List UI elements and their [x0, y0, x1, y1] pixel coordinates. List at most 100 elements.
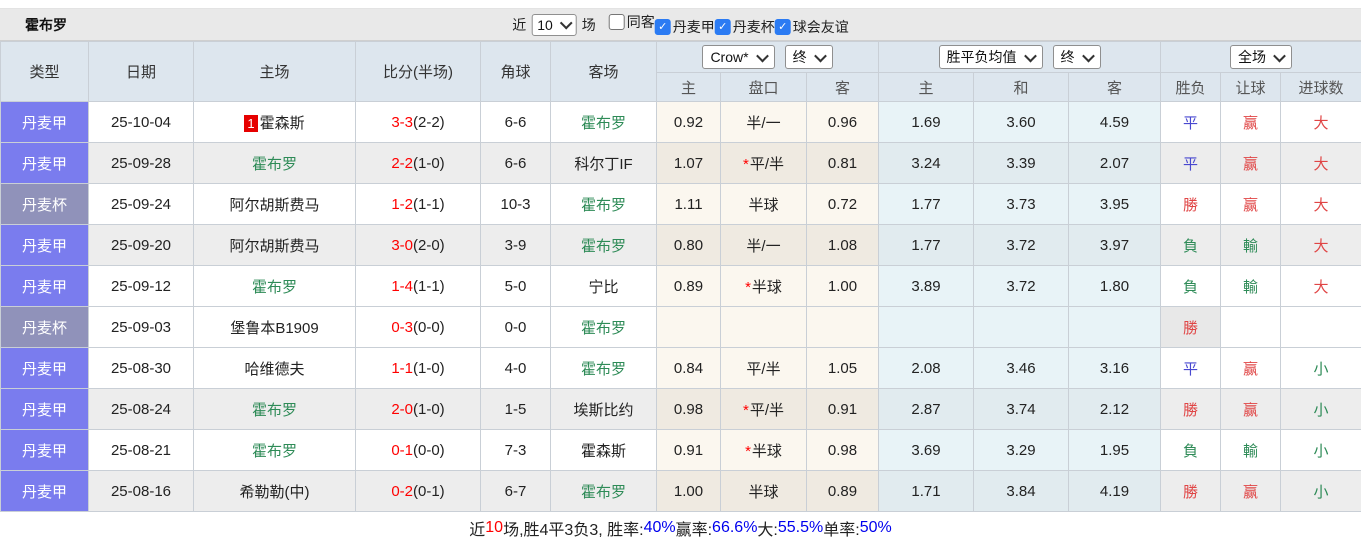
subcol-avg-home: 主	[879, 73, 974, 102]
away-team-name: 霍布罗	[581, 361, 626, 378]
scope-select[interactable]: 全场	[1230, 45, 1292, 69]
type-cell: 丹麦甲	[1, 225, 89, 266]
stat-segment: 40%	[644, 519, 676, 537]
friendly-checkbox[interactable]: ✓	[775, 19, 791, 35]
match-row: 丹麦甲25-08-21霍布罗0-1(0-0)7-3霍森斯0.91*半球0.983…	[1, 430, 1361, 471]
handicap-line: 半/一	[746, 115, 780, 132]
date-cell: 25-08-24	[89, 389, 194, 430]
date-cell: 25-09-03	[89, 307, 194, 348]
avg-away-cell: 2.12	[1069, 389, 1161, 430]
wdl-result-cell: 勝	[1161, 389, 1221, 430]
handicap-cell: 半/一	[721, 225, 807, 266]
recent-count-select[interactable]: 10	[531, 14, 577, 36]
avg-time-select[interactable]: 终	[1053, 45, 1101, 69]
match-row: 丹麦甲25-09-12霍布罗1-4(1-1)5-0宁比0.89*半球1.003.…	[1, 266, 1361, 307]
goals-result-cell: 大	[1281, 225, 1361, 266]
cup-dk-checkbox[interactable]: ✓	[715, 19, 731, 35]
handicap-line: 半/一	[746, 238, 780, 255]
home-odds-cell: 0.84	[657, 348, 721, 389]
fulltime-score: 0-2	[391, 483, 413, 500]
wdl-result-cell: 平	[1161, 143, 1221, 184]
checkbox-label: 丹麦杯	[733, 17, 775, 37]
checkbox-label: 丹麦甲	[673, 17, 715, 37]
away-team-name: 科尔丁IF	[574, 156, 632, 173]
avg-draw-cell	[974, 307, 1069, 348]
away-team-cell: 霍布罗	[551, 307, 657, 348]
col-header-away: 客场	[551, 42, 657, 102]
bookmaker-select[interactable]: Crow*	[702, 45, 774, 69]
goals-result: 大	[1314, 156, 1329, 173]
fulltime-score: 3-3	[391, 114, 413, 131]
home-team-name: 霍森斯	[260, 115, 305, 132]
avg-draw-cell: 3.29	[974, 430, 1069, 471]
subcol-wdl: 胜负	[1161, 73, 1221, 102]
halftime-score: (2-2)	[413, 114, 445, 131]
checkbox-label: 同客	[627, 12, 655, 32]
fulltime-score: 0-1	[391, 442, 413, 459]
col-header-date: 日期	[89, 42, 194, 102]
date-cell: 25-09-28	[89, 143, 194, 184]
away-team-cell: 霍森斯	[551, 430, 657, 471]
type-cell: 丹麦甲	[1, 102, 89, 143]
handicap-line: 半球	[752, 279, 782, 296]
fulltime-score: 1-2	[391, 196, 413, 213]
halftime-score: (1-0)	[413, 155, 445, 172]
halftime-score: (1-0)	[413, 360, 445, 377]
stat-segment: 66.6%	[712, 519, 757, 537]
halftime-score: (0-1)	[413, 483, 445, 500]
odds-group-header: Crow* 终	[657, 42, 879, 73]
home-team-cell: 霍布罗	[194, 266, 356, 307]
summary-stats: 近10场,胜4平3负3, 胜率:40% 赢率:66.6% 大:55.5% 单率:…	[0, 512, 1361, 543]
bookmaker-time-select[interactable]: 终	[785, 45, 833, 69]
goals-result: 大	[1314, 115, 1329, 132]
goals-result: 小	[1314, 361, 1329, 378]
filter-checkbox-group: 同客✓丹麦甲✓丹麦杯✓球会友谊	[601, 12, 849, 38]
avg-away-cell: 3.95	[1069, 184, 1161, 225]
goals-result: 小	[1314, 402, 1329, 419]
fulltime-score: 2-2	[391, 155, 413, 172]
filter-controls: 近 10 场 同客✓丹麦甲✓丹麦杯✓球会友谊	[512, 12, 849, 38]
avg-time-value: 终	[1061, 48, 1075, 66]
away-odds-cell	[807, 307, 879, 348]
score-cell: 2-2(1-0)	[356, 143, 481, 184]
fulltime-score: 3-0	[391, 237, 413, 254]
checkbox-item: 同客	[609, 12, 655, 32]
wdl-result-cell: 勝	[1161, 184, 1221, 225]
away-odds-cell: 0.91	[807, 389, 879, 430]
handicap-line: 平/半	[750, 156, 784, 173]
type-cell: 丹麦甲	[1, 430, 89, 471]
halftime-score: (1-1)	[413, 278, 445, 295]
stat-segment: 赢率:	[676, 516, 712, 540]
type-cell: 丹麦甲	[1, 471, 89, 512]
away-team-cell: 霍布罗	[551, 471, 657, 512]
stat-segment: 10	[485, 519, 503, 537]
league-dk1-checkbox[interactable]: ✓	[655, 19, 671, 35]
stat-segment: 单率:	[823, 516, 859, 540]
subcol-avg-draw: 和	[974, 73, 1069, 102]
halftime-score: (2-0)	[413, 237, 445, 254]
handicap-cell: 半/一	[721, 102, 807, 143]
home-odds-cell: 0.98	[657, 389, 721, 430]
away-odds-cell: 0.89	[807, 471, 879, 512]
home-odds-cell: 1.07	[657, 143, 721, 184]
score-cell: 1-2(1-1)	[356, 184, 481, 225]
goals-result-cell: 小	[1281, 348, 1361, 389]
date-cell: 25-10-04	[89, 102, 194, 143]
away-odds-cell: 0.96	[807, 102, 879, 143]
avg-select[interactable]: 胜平负均值	[939, 45, 1043, 69]
away-team-cell: 埃斯比约	[551, 389, 657, 430]
subcol-avg-away: 客	[1069, 73, 1161, 102]
top-divider	[0, 0, 1361, 9]
type-cell: 丹麦杯	[1, 307, 89, 348]
avg-away-cell: 3.16	[1069, 348, 1161, 389]
avg-away-cell: 3.97	[1069, 225, 1161, 266]
home-odds-cell: 1.11	[657, 184, 721, 225]
same-away-checkbox[interactable]	[609, 14, 625, 30]
score-cell: 1-1(1-0)	[356, 348, 481, 389]
stat-segment: 大:	[757, 516, 777, 540]
handicap-result-cell	[1221, 307, 1281, 348]
home-odds-cell: 1.00	[657, 471, 721, 512]
handicap-cell: *平/半	[721, 143, 807, 184]
subcol-goals-result: 进球数	[1281, 73, 1361, 102]
home-team-name: 堡鲁本B1909	[230, 320, 318, 337]
